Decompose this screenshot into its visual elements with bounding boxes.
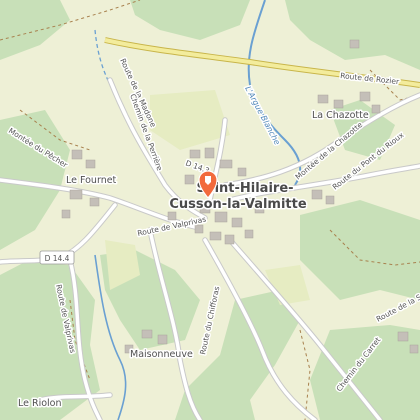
building <box>204 147 215 159</box>
label-maisonneuve: Maisonneuve <box>130 349 193 360</box>
building <box>209 231 222 241</box>
building <box>333 99 344 109</box>
label-la-chazotte: La Chazotte <box>312 110 369 121</box>
building <box>189 149 201 159</box>
building <box>85 159 96 169</box>
building <box>89 197 100 207</box>
building <box>167 211 177 221</box>
building <box>61 209 71 219</box>
building <box>397 331 409 342</box>
building <box>237 167 247 177</box>
building <box>141 329 153 339</box>
building <box>224 234 235 245</box>
label-le-fournet: Le Fournet <box>66 175 117 186</box>
building <box>244 229 254 239</box>
building <box>409 344 419 354</box>
map-canvas: Route de Rozier Route de la Madone Chemi… <box>0 0 420 420</box>
building <box>371 104 381 114</box>
building <box>69 189 83 200</box>
building <box>231 217 243 228</box>
label-d144: D 14.4 <box>45 254 70 263</box>
building <box>359 91 371 102</box>
label-town-line2: Cusson-la-Valmitte <box>169 197 307 212</box>
building <box>194 224 204 234</box>
building <box>311 189 323 200</box>
building <box>349 39 360 49</box>
map-view[interactable]: Route de Rozier Route de la Madone Chemi… <box>0 0 420 420</box>
building <box>157 334 168 345</box>
label-le-riolon: Le Riolon <box>18 398 62 409</box>
building <box>325 195 335 205</box>
building <box>219 159 233 169</box>
building <box>214 211 228 223</box>
building <box>317 94 329 104</box>
building <box>71 149 83 160</box>
building <box>184 174 195 185</box>
